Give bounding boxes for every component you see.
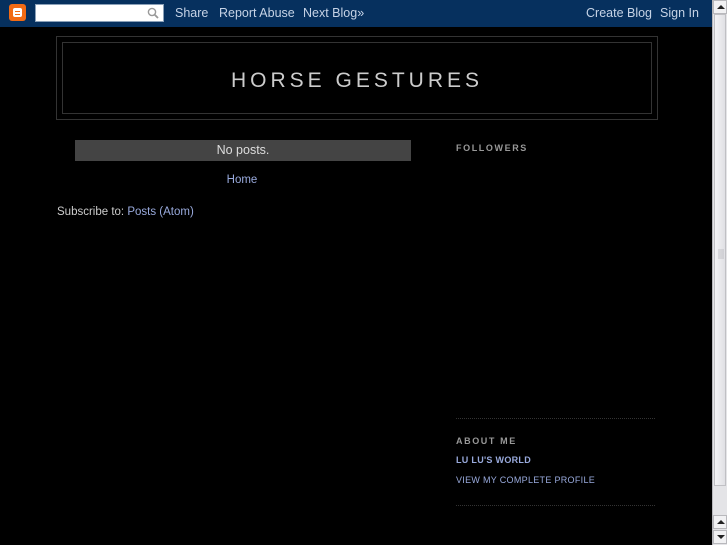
next-blog-link[interactable]: Next Blog»: [303, 6, 364, 20]
blogger-navbar: Share Report Abuse Next Blog» Create Blo…: [0, 0, 712, 27]
no-posts-message: No posts.: [75, 140, 411, 161]
blog-header: HORSE GESTURES: [56, 36, 658, 120]
vertical-scrollbar[interactable]: [712, 0, 727, 545]
home-link[interactable]: Home: [0, 174, 484, 186]
followers-heading: FOLLOWERS: [456, 143, 528, 153]
subscribe-label: Subscribe to:: [57, 206, 125, 218]
create-blog-link[interactable]: Create Blog: [586, 6, 652, 20]
sidebar-divider: [456, 505, 655, 506]
share-link[interactable]: Share: [175, 6, 208, 20]
arrow-up-icon: [717, 5, 725, 9]
posts-atom-link[interactable]: Posts (Atom): [127, 206, 193, 218]
blogger-logo-icon[interactable]: [9, 4, 26, 21]
scroll-up-button[interactable]: [713, 0, 727, 14]
about-me-heading: ABOUT ME: [456, 436, 517, 446]
report-abuse-link[interactable]: Report Abuse: [219, 6, 295, 20]
search-input[interactable]: [35, 4, 164, 22]
sidebar-divider: [456, 418, 655, 419]
subscribe-line: Subscribe to: Posts (Atom): [57, 206, 194, 218]
blog-header-inner: HORSE GESTURES: [62, 42, 652, 114]
view-profile-link[interactable]: VIEW MY COMPLETE PROFILE: [456, 475, 595, 485]
arrow-up-icon: [717, 520, 725, 524]
scroll-up-button-bottom[interactable]: [713, 515, 727, 529]
scroll-down-button[interactable]: [713, 530, 727, 544]
arrow-down-icon: [717, 535, 725, 539]
blog-title[interactable]: HORSE GESTURES: [63, 69, 651, 93]
search-icon[interactable]: [147, 7, 159, 19]
scroll-thumb[interactable]: [714, 14, 726, 486]
profile-name-link[interactable]: LU LU'S WORLD: [456, 455, 531, 465]
sign-in-link[interactable]: Sign In: [660, 6, 699, 20]
grip-icon: [718, 249, 724, 259]
